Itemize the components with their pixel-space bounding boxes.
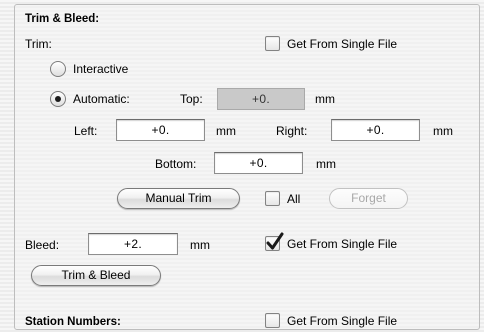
forget-button[interactable]: Forget — [329, 188, 408, 209]
bleed-field[interactable]: +2. — [88, 233, 178, 255]
all-label: All — [287, 192, 301, 206]
top-unit: mm — [315, 92, 335, 106]
interactive-label: Interactive — [73, 62, 129, 76]
bleed-unit: mm — [190, 238, 210, 252]
top-field: +0. — [217, 88, 305, 110]
section-title-trim-bleed: Trim & Bleed: — [25, 13, 100, 25]
trim-get-from-single-file-checkbox[interactable] — [265, 36, 280, 51]
right-unit: mm — [433, 124, 453, 138]
bleed-label: Bleed: — [25, 238, 60, 252]
section-title-station-numbers: Station Numbers: — [25, 316, 121, 328]
trim-and-bleed-button[interactable]: Trim & Bleed — [31, 265, 161, 286]
bleed-get-from-single-file-checkbox[interactable] — [265, 232, 284, 251]
left-field[interactable]: +0. — [116, 119, 205, 141]
checkmark-icon — [266, 232, 284, 250]
automatic-radio[interactable] — [50, 91, 66, 107]
bleed-get-from-single-file-label: Get From Single File — [287, 237, 398, 251]
bottom-field[interactable]: +0. — [214, 152, 303, 174]
right-field[interactable]: +0. — [331, 119, 420, 141]
bottom-unit: mm — [316, 157, 336, 171]
trim-get-from-single-file-label: Get From Single File — [287, 37, 398, 51]
manual-trim-button[interactable]: Manual Trim — [117, 188, 240, 209]
bottom-label: Bottom: — [155, 157, 197, 171]
station-numbers-get-from-single-file-label: Get From Single File — [287, 314, 398, 328]
interactive-radio[interactable] — [50, 61, 66, 77]
automatic-label: Automatic: — [73, 92, 130, 106]
trim-label: Trim: — [25, 37, 52, 51]
left-unit: mm — [216, 124, 236, 138]
right-label: Right: — [276, 124, 308, 138]
radio-selected-dot — [55, 96, 61, 102]
station-numbers-get-from-single-file-checkbox[interactable] — [265, 313, 280, 328]
all-checkbox[interactable] — [265, 191, 280, 206]
top-label: Top: — [180, 92, 203, 106]
left-label: Left: — [74, 124, 98, 138]
